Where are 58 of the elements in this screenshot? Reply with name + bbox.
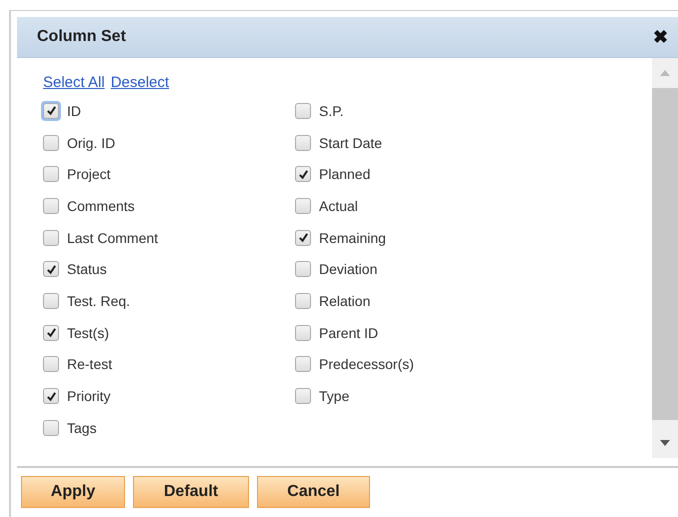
checkbox[interactable]	[295, 102, 311, 119]
checkbox-label: Test(s)	[67, 324, 109, 341]
checkbox-label: Parent ID	[319, 324, 378, 341]
checkbox[interactable]	[295, 356, 311, 372]
checkbox-label: Status	[67, 261, 107, 278]
checkbox[interactable]	[295, 388, 311, 404]
dialog-title: Column Set	[37, 28, 126, 46]
checkmark-icon	[46, 105, 56, 116]
scrollbar[interactable]	[652, 58, 678, 458]
dialog-button[interactable]: Cancel	[257, 476, 370, 508]
checkbox[interactable]	[43, 230, 59, 246]
checkbox[interactable]	[295, 230, 311, 246]
checkbox[interactable]	[43, 388, 59, 404]
link[interactable]: Select All	[43, 74, 105, 91]
scroll-thumb[interactable]	[652, 88, 678, 420]
checkbox-label: Actual	[319, 198, 358, 214]
dialog-button[interactable]: Apply	[21, 476, 125, 508]
checkmark-icon	[46, 390, 56, 402]
checkbox[interactable]	[295, 134, 311, 151]
checkbox-label: Type	[319, 388, 350, 404]
checkbox[interactable]	[43, 292, 59, 309]
checkbox-label: Relation	[319, 292, 370, 309]
checkbox[interactable]	[295, 324, 311, 341]
dialog-button[interactable]: Default	[133, 476, 249, 508]
checkbox[interactable]	[295, 166, 311, 182]
checkbox-label: Comments	[67, 198, 135, 214]
checkbox[interactable]	[43, 356, 59, 372]
checkbox[interactable]	[43, 324, 59, 341]
checkbox[interactable]	[295, 292, 311, 309]
checkbox[interactable]	[43, 198, 59, 214]
checkbox-label: S.P.	[319, 102, 344, 119]
link[interactable]: Deselect	[110, 74, 170, 91]
checkbox[interactable]	[43, 134, 59, 151]
checkbox-label: Test. Req.	[67, 292, 130, 309]
checkbox-label: Tags	[67, 420, 97, 436]
checkbox-label: Predecessor(s)	[319, 356, 414, 372]
checkbox-label: Remaining	[319, 230, 386, 246]
checkbox[interactable]	[43, 420, 59, 436]
checkbox[interactable]	[295, 261, 311, 278]
scroll-up-icon[interactable]	[660, 70, 670, 76]
checkbox-label: Priority	[67, 388, 111, 404]
checkmark-icon	[46, 264, 56, 275]
checkbox-label: ID	[67, 102, 81, 119]
checkbox-label: Orig. ID	[67, 134, 116, 151]
close-button[interactable]: ✖	[653, 26, 668, 48]
checkbox-label: Last Comment	[67, 230, 158, 246]
checkmark-icon	[46, 327, 56, 338]
checkbox-label: Re-test	[67, 356, 112, 372]
checkbox-label: Project	[67, 166, 111, 182]
checkbox-label: Planned	[319, 166, 370, 182]
checkbox[interactable]	[43, 166, 59, 182]
scroll-down-icon[interactable]	[660, 440, 670, 446]
checkmark-icon	[298, 232, 308, 244]
checkbox-label: Deviation	[319, 261, 378, 278]
checkbox[interactable]	[43, 261, 59, 278]
checkbox-label: Start Date	[319, 134, 382, 151]
checkmark-icon	[298, 168, 308, 180]
checkbox[interactable]	[295, 198, 311, 214]
